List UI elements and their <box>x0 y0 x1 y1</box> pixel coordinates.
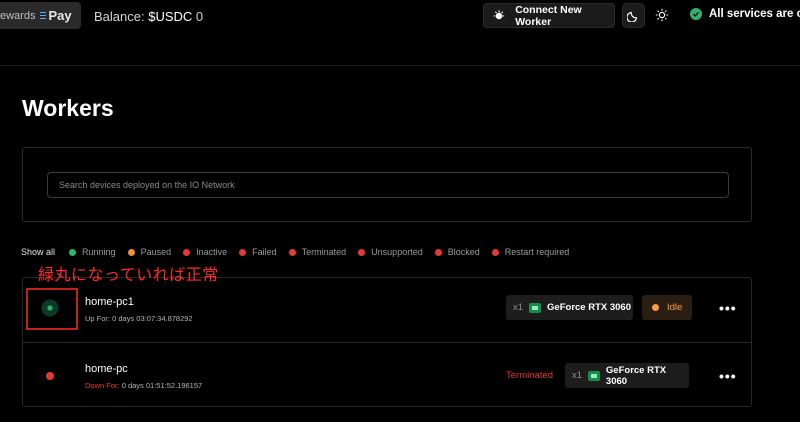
check-circle-icon <box>690 8 702 20</box>
filter-paused[interactable]: Paused <box>127 247 171 257</box>
connect-worker-icon <box>493 10 505 20</box>
filter-failed[interactable]: Failed <box>239 247 277 257</box>
worker-uptime: Up For: 0 days 03:07:34.878292 <box>85 314 193 323</box>
status-badge: Idle <box>642 295 693 320</box>
terminated-dot-icon <box>288 248 296 256</box>
more-options-button[interactable]: ••• <box>719 368 737 384</box>
filter-show-all[interactable]: Show all <box>21 247 55 257</box>
search-input[interactable] <box>47 172 729 198</box>
idle-dot-icon <box>652 304 659 311</box>
balance-value: 0 <box>195 9 204 24</box>
more-options-button[interactable]: ••• <box>719 300 737 316</box>
balance-display: Balance: $USDC 0 <box>94 9 203 24</box>
connect-worker-label: Connect New Worker <box>515 3 582 28</box>
worker-name[interactable]: home-pc <box>85 363 128 375</box>
restart-required-dot-icon <box>491 248 499 256</box>
worker-row[interactable]: home-pc Down For: 0 days 01:51:52.196157… <box>23 342 751 408</box>
worker-row[interactable]: home-pc1 Up For: 0 days 03:07:34.878292 … <box>23 278 751 342</box>
unsupported-dot-icon <box>358 248 366 256</box>
balance-currency: $USDC <box>148 9 193 24</box>
service-status[interactable]: All services are onli <box>690 8 800 20</box>
status-filter-bar: Show all Running Paused Inactive Failed … <box>21 247 581 257</box>
page-title: Workers <box>22 95 114 121</box>
status-dot-icon <box>46 372 54 380</box>
filter-unsupported[interactable]: Unsupported <box>358 247 423 257</box>
pay-logo: Pay <box>40 8 72 23</box>
light-mode-toggle[interactable] <box>654 7 670 23</box>
sun-icon <box>655 8 669 22</box>
pay-icon <box>40 11 47 20</box>
rewards-label: ewards <box>0 9 36 22</box>
workers-list: home-pc1 Up For: 0 days 03:07:34.878292 … <box>22 277 752 407</box>
filter-blocked[interactable]: Blocked <box>434 247 480 257</box>
gpu-chip: x1 GeForce RTX 3060 <box>565 363 689 388</box>
status-text: Terminated <box>506 370 553 381</box>
connect-new-worker-button[interactable]: Connect New Worker <box>483 3 615 28</box>
service-status-text: All services are onli <box>709 8 800 20</box>
running-dot-icon <box>69 248 77 256</box>
search-card <box>22 147 752 222</box>
annotation-box <box>26 288 78 330</box>
filter-restart-required[interactable]: Restart required <box>491 247 569 257</box>
gpu-chip: x1 GeForce RTX 3060 <box>506 295 633 320</box>
filter-inactive[interactable]: Inactive <box>183 247 227 257</box>
filter-running[interactable]: Running <box>69 247 116 257</box>
paused-dot-icon <box>127 248 135 256</box>
filter-terminated[interactable]: Terminated <box>288 247 346 257</box>
balance-label: Balance: <box>94 9 145 24</box>
pay-label: Pay <box>48 8 72 23</box>
top-bar: ewards Pay Balance: $USDC 0 Connect New … <box>0 0 800 66</box>
gpu-icon <box>529 302 542 313</box>
blocked-dot-icon <box>434 248 442 256</box>
rewards-pay-button[interactable]: ewards Pay <box>0 2 81 29</box>
annotation-text: 緑丸になっていれば正常 <box>38 265 219 284</box>
worker-downtime: Down For: 0 days 01:51:52.196157 <box>85 381 203 390</box>
worker-name[interactable]: home-pc1 <box>85 296 134 308</box>
moon-icon <box>627 11 638 22</box>
inactive-dot-icon <box>183 248 191 256</box>
dark-mode-toggle[interactable] <box>622 3 645 28</box>
failed-dot-icon <box>239 248 247 256</box>
gpu-icon <box>588 370 600 381</box>
